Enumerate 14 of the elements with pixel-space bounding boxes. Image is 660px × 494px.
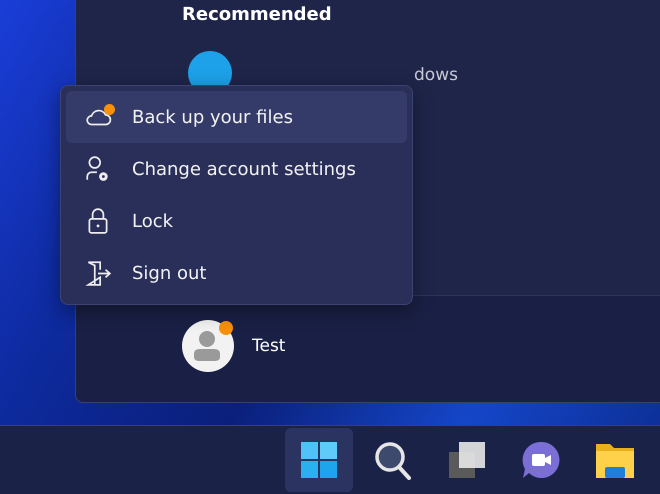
overlapping-squares-icon <box>447 440 487 480</box>
menu-item[interactable]: Change account settings <box>66 143 407 195</box>
menu-item[interactable]: Back up your files <box>66 91 407 143</box>
menu-item[interactable]: Sign out <box>66 247 407 299</box>
user-account-button[interactable]: Test <box>180 318 286 374</box>
menu-item[interactable]: Lock <box>66 195 407 247</box>
start-button[interactable] <box>285 428 353 492</box>
search-icon <box>373 440 413 480</box>
windows-logo-icon <box>299 440 339 480</box>
section-title: Recommended <box>182 4 333 25</box>
item-subtitle: dows <box>414 65 458 85</box>
video-chat-icon <box>521 440 561 480</box>
avatar-icon <box>180 318 236 374</box>
door-arrow-icon <box>84 259 112 287</box>
